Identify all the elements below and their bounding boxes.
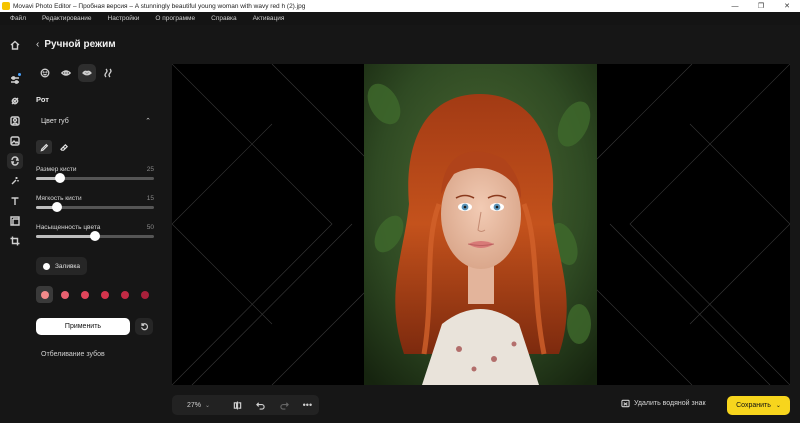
slider-track[interactable] [36,231,154,241]
section-label-mouth: Рот [36,95,49,104]
swatch-color [60,290,69,299]
swatch-color [140,290,149,299]
swatch-color [80,290,89,299]
close-button[interactable]: ✕ [774,0,800,12]
brush-button[interactable] [36,140,52,154]
crop-icon[interactable] [7,233,23,249]
portrait-image [364,64,597,385]
swatch-2[interactable] [56,286,73,303]
menu-bar: Файл Редактирование Настройки О программ… [0,12,800,25]
minimize-button[interactable]: — [722,0,748,12]
swatch-6[interactable] [136,286,153,303]
mode-tabs [36,64,117,82]
mouth-tab[interactable] [78,64,96,82]
manual-mode-panel: ‹ Ручной режим Рот Цвет губ ⌃ Размер кис… [30,25,162,423]
teeth-whitening-link[interactable]: Отбеливание зубов [41,351,105,358]
remove-watermark-button[interactable]: Удалить водяной знак [621,399,706,408]
adjust-icon[interactable] [7,72,23,88]
slider-label: Насыщенность цвета [36,224,101,231]
hair-tab[interactable] [99,64,117,82]
brush-tools [36,140,72,154]
bottom-toolbar: 27% ⌄ ••• [172,395,319,415]
slider-value: 25 [146,166,154,173]
retouch-icon[interactable] [7,93,23,109]
slider-fill [36,235,95,238]
eraser-button[interactable] [56,140,72,154]
reset-icon [140,323,148,331]
title-bar: Movavi Photo Editor – Пробная версия – A… [0,0,800,12]
text-icon[interactable] [7,193,23,209]
slider-thumb[interactable] [52,202,63,212]
panel-header: ‹ Ручной режим [36,39,116,50]
menu-about[interactable]: О программе [155,15,195,22]
slider-label: Размер кисти [36,166,77,173]
menu-file[interactable]: Файл [10,15,26,22]
swatch-5[interactable] [116,286,133,303]
maximize-button[interactable]: ❐ [748,0,774,12]
slider-value: 50 [146,224,154,231]
portrait-photo [364,64,597,385]
lip-color-header[interactable]: Цвет губ ⌃ [41,117,151,126]
slider-thumb[interactable] [54,173,65,183]
replace-bg-icon[interactable] [7,133,23,149]
fill-toggle[interactable]: Заливка [36,257,88,275]
swatch-color [40,290,49,299]
chevron-down-icon: ⌄ [775,403,781,409]
eye-tab[interactable] [57,64,75,82]
swatch-4[interactable] [96,286,113,303]
app-logo-icon [2,2,10,10]
image-canvas[interactable] [172,64,790,385]
window-title: Movavi Photo Editor – Пробная версия – A… [13,2,306,10]
swatch-3[interactable] [76,286,93,303]
menu-activation[interactable]: Активация [253,15,285,22]
undo-icon[interactable] [249,401,272,410]
zoom-value: 27% [187,401,202,409]
fill-label: Заливка [55,262,81,270]
manual-mode-icon[interactable] [7,153,23,169]
more-icon[interactable]: ••• [296,400,319,410]
slider-track[interactable] [36,202,154,212]
apply-button[interactable]: Применить [36,318,130,335]
slider-value: 15 [146,195,154,202]
chevron-down-icon: ⌄ [205,402,211,409]
lip-color-label: Цвет губ [41,117,69,125]
watermark-icon [621,399,630,408]
save-button[interactable]: Сохранить ⌄ [727,396,790,415]
chevron-up-icon: ⌃ [145,118,151,125]
tool-rail [0,25,30,423]
color-saturation-slider[interactable]: Насыщенность цвета 50 [36,224,154,241]
portrait-icon[interactable] [7,113,23,129]
radio-icon [43,262,50,270]
frame-icon[interactable] [7,213,23,229]
brush-size-slider[interactable]: Размер кисти 25 [36,166,154,183]
swatch-color [100,290,109,299]
swatch-color [120,290,129,299]
face-tab[interactable] [36,64,54,82]
panel-title: Ручной режим [44,39,116,50]
menu-help[interactable]: Справка [211,15,237,22]
magic-icon[interactable] [7,173,23,189]
remove-watermark-label: Удалить водяной знак [634,400,706,407]
reset-button[interactable] [135,318,153,335]
menu-settings[interactable]: Настройки [108,15,140,22]
save-label: Сохранить [736,402,771,409]
color-swatches [36,286,153,303]
brush-softness-slider[interactable]: Мягкость кисти 15 [36,195,154,212]
slider-label: Мягкость кисти [36,195,82,202]
redo-icon[interactable] [272,401,295,410]
home-icon[interactable] [7,37,23,53]
slider-track[interactable] [36,173,154,183]
zoom-dropdown[interactable]: 27% ⌄ [187,402,226,409]
slider-thumb[interactable] [90,231,100,241]
notification-dot [18,73,21,76]
menu-edit[interactable]: Редактирование [42,15,92,22]
compare-icon[interactable] [226,400,249,410]
back-chevron-icon[interactable]: ‹ [36,39,39,50]
swatch-1[interactable] [36,286,53,303]
window-controls: — ❐ ✕ [722,0,800,12]
